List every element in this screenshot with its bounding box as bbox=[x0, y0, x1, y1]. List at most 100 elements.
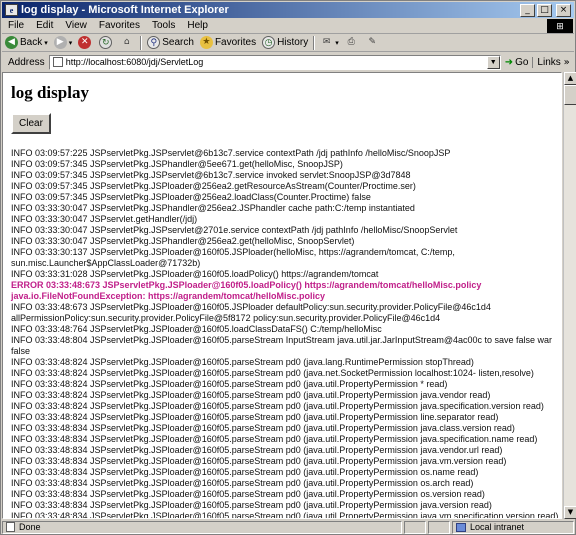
menu-file[interactable]: File bbox=[2, 20, 30, 31]
favorites-icon: ★ bbox=[199, 36, 213, 49]
forward-button[interactable]: ▶ ▾ bbox=[51, 35, 76, 51]
status-text: Done bbox=[19, 522, 41, 532]
menu-bar: File Edit View Favorites Tools Help ⊞ bbox=[2, 18, 574, 34]
print-button[interactable]: ⎙ bbox=[342, 35, 363, 51]
log-line: INFO 03:33:48:834 JSPservletPkg.JSPloade… bbox=[11, 511, 559, 519]
window-title: log display - Microsoft Internet Explore… bbox=[21, 4, 229, 16]
intranet-zone-icon bbox=[456, 522, 466, 532]
log-line: INFO 03:33:48:834 JSPservletPkg.JSPloade… bbox=[11, 423, 515, 433]
maximize-button[interactable]: □ bbox=[537, 3, 552, 17]
go-arrow-icon: ➜ bbox=[504, 56, 514, 68]
log-line: INFO 03:09:57:345 JSPservletPkg.JSPhandl… bbox=[11, 159, 343, 169]
log-line: INFO 03:33:48:824 JSPservletPkg.JSPloade… bbox=[11, 412, 499, 422]
status-cell bbox=[404, 520, 426, 534]
refresh-button[interactable]: ↻ bbox=[96, 35, 117, 51]
forward-dropdown-icon[interactable]: ▾ bbox=[69, 39, 73, 47]
status-text-cell: Done bbox=[2, 520, 402, 534]
search-button-label: Search bbox=[162, 37, 194, 48]
menu-view[interactable]: View bbox=[59, 20, 93, 31]
home-icon: ⌂ bbox=[123, 37, 130, 47]
security-zone: Local intranet bbox=[452, 520, 574, 534]
log-line: INFO 03:33:48:834 JSPservletPkg.JSPloade… bbox=[11, 489, 485, 499]
print-icon: ⎙ bbox=[347, 37, 355, 47]
history-button[interactable]: ◷ History bbox=[259, 35, 311, 51]
forward-arrow-icon: ▶ bbox=[53, 36, 67, 49]
log-error-line: java.io.FileNotFoundException: https://a… bbox=[11, 291, 326, 301]
title-bar[interactable]: e log display - Microsoft Internet Explo… bbox=[2, 2, 574, 18]
close-button[interactable]: × bbox=[556, 3, 571, 17]
log-output: INFO 03:09:57:225 JSPservletPkg.JSPservl… bbox=[11, 148, 559, 519]
log-line: INFO 03:33:48:673 JSPservletPkg.JSPloade… bbox=[11, 302, 491, 312]
log-line: sun.misc.Launcher$AppClassLoader@71732b) bbox=[11, 258, 201, 268]
windows-logo-icon: ⊞ bbox=[547, 18, 573, 33]
search-icon: ⚲ bbox=[147, 36, 161, 49]
search-button[interactable]: ⚲ Search bbox=[144, 35, 197, 51]
status-cell bbox=[428, 520, 450, 534]
address-bar: Address http://localhost:6080/jdj/Servle… bbox=[2, 53, 574, 71]
scroll-down-icon[interactable]: ▼ bbox=[564, 506, 576, 519]
browser-window: e log display - Microsoft Internet Explo… bbox=[0, 0, 576, 535]
history-button-label: History bbox=[277, 37, 309, 48]
go-button[interactable]: ➜ Go bbox=[501, 57, 533, 68]
favorites-button-label: Favorites bbox=[214, 37, 257, 48]
log-line: INFO 03:33:48:834 JSPservletPkg.JSPloade… bbox=[11, 456, 507, 466]
menu-tools[interactable]: Tools bbox=[146, 20, 181, 31]
mail-button[interactable]: ✉ ▾ bbox=[317, 35, 342, 51]
page-icon bbox=[52, 57, 63, 67]
favorites-button[interactable]: ★ Favorites bbox=[197, 35, 259, 51]
links-button[interactable]: Links » bbox=[532, 56, 573, 68]
log-line: false bbox=[11, 346, 31, 356]
mail-dropdown-icon[interactable]: ▾ bbox=[335, 39, 339, 47]
log-line: INFO 03:33:31:028 JSPservletPkg.JSPloade… bbox=[11, 269, 379, 279]
log-line: allPermissionPolicy:sun.security.provide… bbox=[11, 313, 441, 323]
links-label: Links bbox=[537, 56, 561, 68]
menu-favorites[interactable]: Favorites bbox=[93, 20, 146, 31]
chevron-right-icon: » bbox=[563, 56, 570, 68]
home-button[interactable]: ⌂ bbox=[117, 35, 138, 51]
log-line: INFO 03:33:48:824 JSPservletPkg.JSPloade… bbox=[11, 401, 544, 411]
log-line: INFO 03:33:30:137 JSPservletPkg.JSPloade… bbox=[11, 247, 455, 257]
log-line: INFO 03:33:48:834 JSPservletPkg.JSPloade… bbox=[11, 445, 503, 455]
minimize-button[interactable]: _ bbox=[520, 3, 535, 17]
log-line: INFO 03:33:48:834 JSPservletPkg.JSPloade… bbox=[11, 478, 474, 488]
log-line: INFO 03:33:30:047 JSPservletPkg.JSPservl… bbox=[11, 225, 458, 235]
back-button[interactable]: ◀ Back ▾ bbox=[2, 35, 51, 51]
log-line: INFO 03:33:48:804 JSPservletPkg.JSPloade… bbox=[11, 335, 553, 345]
page-content: log display Clear INFO 03:09:57:225 JSPs… bbox=[2, 72, 562, 519]
log-line: INFO 03:33:48:764 JSPservletPkg.JSPloade… bbox=[11, 324, 382, 334]
page-done-icon bbox=[6, 522, 15, 532]
stop-icon: ✕ bbox=[78, 36, 92, 49]
page-title: log display bbox=[11, 83, 89, 102]
back-button-label: Back bbox=[20, 37, 43, 48]
menu-edit[interactable]: Edit bbox=[30, 20, 59, 31]
log-line: INFO 03:33:48:834 JSPservletPkg.JSPloade… bbox=[11, 467, 479, 477]
edit-button[interactable]: ✎ bbox=[363, 35, 384, 51]
go-label: Go bbox=[515, 56, 529, 68]
log-line: INFO 03:33:48:834 JSPservletPkg.JSPloade… bbox=[11, 500, 492, 510]
scroll-up-icon[interactable]: ▲ bbox=[564, 72, 576, 85]
address-input[interactable]: http://localhost:6080/jdj/ServletLog ▼ bbox=[48, 54, 501, 70]
toolbar: ◀ Back ▾ ▶ ▾ ✕ ↻ ⌂ ⚲ Search ★ Favorites … bbox=[2, 34, 574, 52]
address-dropdown-icon[interactable]: ▼ bbox=[486, 55, 500, 69]
stop-button[interactable]: ✕ bbox=[75, 35, 96, 51]
log-line: INFO 03:33:30:047 JSPservletPkg.JSPhandl… bbox=[11, 236, 355, 246]
address-value[interactable]: http://localhost:6080/jdj/ServletLog bbox=[66, 57, 487, 67]
log-line: INFO 03:09:57:345 JSPservletPkg.JSPloade… bbox=[11, 192, 371, 202]
refresh-icon: ↻ bbox=[99, 36, 113, 49]
ie-logo-icon[interactable]: e bbox=[5, 4, 18, 16]
history-icon: ◷ bbox=[262, 36, 276, 49]
clear-button[interactable]: Clear bbox=[11, 113, 51, 134]
log-line: INFO 03:33:48:824 JSPservletPkg.JSPloade… bbox=[11, 357, 474, 367]
scroll-thumb[interactable] bbox=[564, 85, 576, 105]
zone-label: Local intranet bbox=[470, 522, 525, 532]
log-line: INFO 03:33:48:824 JSPservletPkg.JSPloade… bbox=[11, 390, 491, 400]
log-line: INFO 03:09:57:345 JSPservletPkg.JSPservl… bbox=[11, 170, 411, 180]
menu-help[interactable]: Help bbox=[181, 20, 214, 31]
mail-icon: ✉ bbox=[322, 37, 331, 47]
back-dropdown-icon[interactable]: ▾ bbox=[44, 39, 48, 47]
status-bar: Done Local intranet bbox=[2, 520, 574, 534]
log-line: INFO 03:33:48:834 JSPservletPkg.JSPloade… bbox=[11, 434, 538, 444]
log-line: INFO 03:09:57:345 JSPservletPkg.JSPloade… bbox=[11, 181, 416, 191]
log-line: INFO 03:33:48:824 JSPservletPkg.JSPloade… bbox=[11, 379, 448, 389]
vertical-scrollbar[interactable]: ▲ ▼ bbox=[563, 72, 576, 519]
